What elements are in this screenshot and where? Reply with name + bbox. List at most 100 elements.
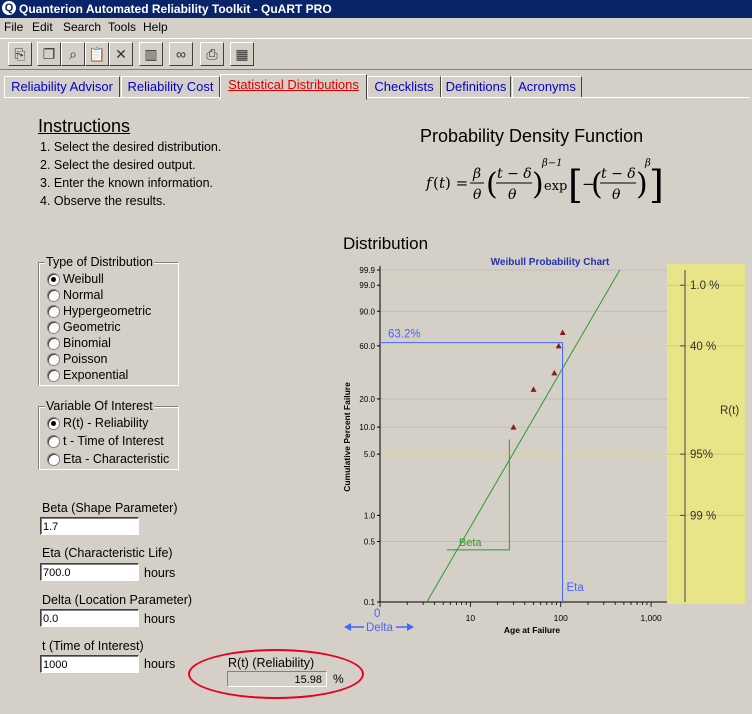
eta-label: Eta (Characteristic Life): [42, 546, 173, 560]
y-tick-label: 60.0: [359, 342, 375, 351]
delta-arrow-left-icon: [344, 623, 351, 631]
y-tick-label: 99.9: [359, 266, 375, 275]
delete-icon[interactable]: ✕: [109, 42, 133, 66]
svg-text:(: (: [433, 174, 439, 192]
beta-input[interactable]: 1.7: [40, 517, 139, 535]
delta-input[interactable]: 0.0: [40, 609, 139, 627]
type-of-distribution-group: Type of Distribution Weibull Normal Hype…: [38, 255, 179, 386]
chart-title: Weibull Probability Chart: [491, 257, 610, 268]
delta-arrow-right-icon: [407, 623, 414, 631]
radio-button-icon[interactable]: [47, 305, 60, 318]
beta-marker-line: [446, 439, 510, 551]
weibull-chart: 99.9 99.0 90.0 60.0 20.0 10.0 5.0 1.0 0.5 0.1 1.0 …: [342, 257, 745, 635]
y-tick-label: 10.0: [359, 423, 375, 432]
x-tick-label: 10: [466, 613, 476, 623]
delta-units: hours: [144, 612, 176, 626]
menu-tools[interactable]: Tools: [108, 20, 136, 34]
radio-button-icon[interactable]: [47, 353, 60, 366]
svg-text:]: ]: [649, 163, 662, 207]
radio-button-icon[interactable]: [47, 435, 60, 448]
instruction-step: 1. Select the desired distribution.: [40, 140, 222, 154]
data-point: [551, 369, 558, 376]
data-point: [559, 329, 566, 335]
tab-statistical-distributions[interactable]: Statistical Distributions: [220, 74, 367, 100]
eta-guide-line: [380, 342, 564, 602]
radio-button-icon[interactable]: [47, 273, 60, 286]
radio-button-icon[interactable]: [47, 337, 60, 350]
svg-text:(: (: [486, 167, 498, 202]
svg-text:): ): [532, 167, 544, 202]
x-tick-label: 100: [554, 613, 568, 623]
y-tick-label: 99.0: [359, 281, 375, 290]
distribution-title: Distribution: [343, 234, 429, 253]
time-input[interactable]: 1000: [40, 655, 139, 673]
x-tick-label: 1,000: [640, 613, 662, 623]
eta-label: Eta: [567, 582, 585, 594]
svg-text:θ: θ: [473, 187, 482, 203]
delta-value-label: 0: [374, 608, 380, 620]
y-tick-label: 0.5: [364, 537, 376, 546]
instruction-step: 2. Select the desired output.: [40, 158, 196, 172]
pdf-title: Probability Density Function: [420, 126, 644, 146]
binoculars-icon[interactable]: ∞: [169, 42, 193, 66]
type-of-distribution-legend: Type of Distribution: [45, 255, 154, 269]
eta-units: hours: [144, 566, 176, 580]
menu-search[interactable]: Search: [63, 20, 101, 34]
tab-definitions[interactable]: Definitions: [441, 76, 511, 98]
calculator-icon[interactable]: ▦: [230, 42, 254, 66]
pdf-formula: f ( t ) = β θ ( t − δ θ ) β−1 exp [ − ( …: [425, 158, 662, 207]
svg-text:): ): [636, 167, 648, 202]
svg-text:t − δ: t − δ: [601, 166, 636, 182]
tab-checklists[interactable]: Checklists: [367, 76, 441, 98]
delta-label: Delta: [366, 622, 393, 634]
svg-text:β: β: [472, 166, 481, 182]
print-icon[interactable]: ⎙: [200, 42, 224, 66]
reliability-tick-label: 99 %: [690, 510, 716, 522]
beta-label: Beta (Shape Parameter): [42, 501, 178, 515]
instruction-step: 3. Enter the known information.: [40, 176, 214, 190]
menu-edit[interactable]: Edit: [32, 20, 53, 34]
reliability-axis-label: R(t): [720, 405, 739, 417]
radio-button-icon[interactable]: [47, 369, 60, 382]
reliability-band: [667, 264, 745, 604]
reliability-tick-label: 40 %: [690, 341, 716, 353]
tab-acronyms[interactable]: Acronyms: [512, 76, 582, 98]
menu-help[interactable]: Help: [143, 20, 168, 34]
paste-icon[interactable]: 📋: [85, 42, 109, 66]
radio-button-icon[interactable]: [47, 453, 60, 466]
eta-percent-label: 63.2%: [388, 329, 421, 341]
instruction-step: 4. Observe the results.: [40, 194, 166, 208]
copy-icon[interactable]: ❐: [37, 42, 61, 66]
window-title: Quanterion Automated Reliability Toolkit…: [19, 2, 332, 16]
find-replace-icon[interactable]: ⌕: [61, 42, 85, 66]
app-logo-icon: Q: [2, 1, 16, 15]
menu-file[interactable]: File: [4, 20, 23, 34]
svg-text:θ: θ: [508, 187, 517, 203]
export-icon[interactable]: ⎘: [8, 42, 32, 66]
tab-reliability-advisor[interactable]: Reliability Advisor: [4, 76, 120, 98]
svg-text:θ: θ: [612, 187, 621, 203]
trash-icon[interactable]: ▥: [139, 42, 163, 66]
radio-button-icon[interactable]: [47, 321, 60, 334]
svg-text:t − δ: t − δ: [497, 166, 532, 182]
data-point: [530, 386, 537, 392]
beta-marker-label: Beta: [459, 537, 483, 549]
reliability-tick-label: 95%: [690, 449, 713, 461]
svg-text:exp: exp: [544, 179, 567, 194]
time-label: t (Time of Interest): [42, 639, 144, 653]
radio-button-icon[interactable]: [47, 417, 60, 430]
eta-input[interactable]: 700.0: [40, 563, 139, 581]
x-axis-label: Age at Failure: [504, 625, 560, 635]
menu-bar: File Edit Search Tools Help: [0, 18, 752, 36]
tab-reliability-cost[interactable]: Reliability Cost: [121, 76, 220, 98]
y-tick-label: 20.0: [359, 395, 375, 404]
svg-text:β−1: β−1: [541, 158, 563, 169]
highlight-oval: [188, 649, 364, 699]
time-units: hours: [144, 657, 176, 671]
fit-line: [426, 269, 621, 603]
radio-button-icon[interactable]: [47, 289, 60, 302]
variable-of-interest-group: Variable Of Interest R(t) - Reliability …: [38, 399, 179, 470]
delta-label: Delta (Location Parameter): [42, 593, 193, 607]
toolbar: ⎘ ❐ ⌕ 📋 ✕ ▥ ∞ ⎙ ▦: [0, 38, 752, 70]
svg-text:[: [: [568, 163, 583, 207]
